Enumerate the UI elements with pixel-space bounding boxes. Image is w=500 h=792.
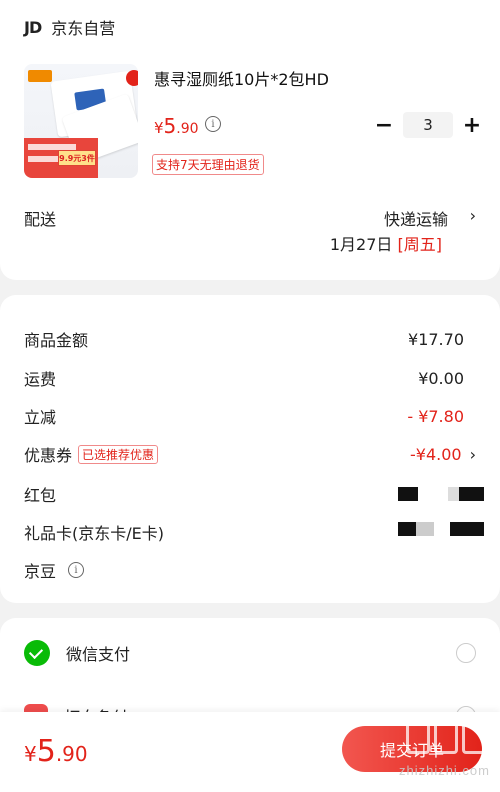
summary-row-goods: 商品金额 ¥17.70 [24, 329, 464, 351]
delivery-date[interactable]: 1月27日 [周五] [330, 231, 442, 255]
price-info-icon[interactable]: i [205, 116, 221, 132]
quantity-input[interactable]: 3 [403, 112, 453, 138]
chevron-right-icon[interactable]: › [470, 206, 476, 225]
brand-logo-icon [28, 70, 52, 82]
redacted-block [448, 487, 484, 501]
watermark-text: zhizhizhi.com [398, 763, 490, 778]
store-header[interactable]: JD 京东自营 [24, 15, 115, 39]
chevron-right-icon: › [469, 444, 476, 464]
store-name: 京东自营 [51, 19, 116, 38]
quantity-stepper: − 3 + [374, 112, 482, 138]
redacted-block [398, 522, 434, 536]
redacted-block [450, 522, 484, 536]
redacted-block [398, 487, 418, 501]
promo-label: 9.9元3件 [58, 150, 96, 166]
watermark-logo [406, 720, 486, 760]
decrease-button[interactable]: − [374, 112, 394, 138]
product-price: ¥5.90 [154, 114, 199, 138]
order-item-card: JD 京东自营 9.9元3件 惠寻湿厕纸10片*2包HD ¥5.90 i − 3… [0, 0, 500, 280]
summary-row-shipping: 运费 ¥0.00 [24, 368, 464, 390]
jd-logo-icon: JD [24, 17, 42, 37]
summary-row-discount: 立减 - ¥7.80 [24, 406, 464, 428]
summary-row-jdbeans[interactable]: 京豆 i [24, 558, 464, 582]
info-icon[interactable]: i [68, 562, 85, 578]
summary-row-coupon[interactable]: 优惠券 已选推荐优惠 -¥4.00 › [24, 442, 476, 466]
payment-option-wechat[interactable]: 微信支付 [24, 640, 476, 666]
product-title[interactable]: 惠寻湿厕纸10片*2包HD [154, 66, 329, 90]
increase-button[interactable]: + [462, 112, 482, 138]
wechat-icon [24, 640, 50, 666]
product-image[interactable]: 9.9元3件 [24, 64, 138, 178]
coupon-tag: 已选推荐优惠 [78, 444, 159, 464]
return-policy-tag: 支持7天无理由退货 [152, 154, 264, 175]
order-total: ¥5.90 [24, 734, 88, 769]
delivery-method[interactable]: 快递运输 [384, 206, 448, 230]
delivery-label: 配送 [24, 210, 57, 229]
price-summary-card: 商品金额 ¥17.70 运费 ¥0.00 立减 - ¥7.80 优惠券 已选推荐… [0, 295, 500, 603]
radio-button[interactable] [456, 643, 476, 663]
